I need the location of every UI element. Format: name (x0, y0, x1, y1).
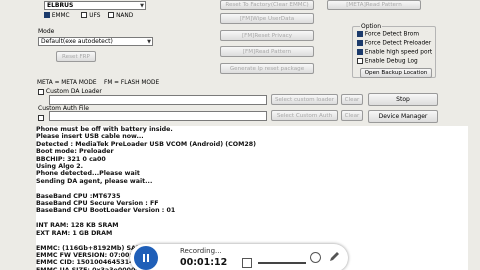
checkbox-emmc-label: EMMC (51, 12, 70, 19)
pause-icon (143, 254, 149, 262)
da-clear-button[interactable]: Clear (341, 94, 363, 105)
recording-progress-track[interactable] (258, 262, 306, 264)
pause-button[interactable] (134, 246, 158, 270)
recording-toolbar: Recording... 00:01:12 (130, 244, 348, 270)
mode-label: Mode (38, 28, 55, 35)
checkbox-ufs[interactable]: UFS (81, 12, 101, 19)
da-loader-label: Custom DA Loader (45, 88, 102, 95)
option-item-force-brom[interactable]: Force Detect Brom (357, 31, 419, 38)
reset-privacy-button[interactable]: [FM]Reset Privacy (220, 30, 314, 41)
log-line: Boot mode: Preloader (36, 148, 114, 156)
storage-dropdown-value: ELBRUS (47, 2, 74, 9)
reset-frp-button[interactable]: Reset FRP (56, 51, 96, 62)
storage-checkbox-row: EMMC UFS NAND (44, 12, 154, 21)
mode-dropdown[interactable]: Default(exe autodetect) ▼ (38, 37, 153, 46)
mode-dropdown-value: Default(exe autodetect) (41, 38, 113, 45)
webcam-icon[interactable] (310, 252, 321, 263)
da-loader-checkbox[interactable] (38, 88, 44, 95)
log-line: Detected : MediaTek PreLoader USB VCOM (… (36, 140, 257, 148)
chevron-down-icon: ▼ (147, 39, 151, 45)
log-line: Sending DA agent, please wait... (36, 177, 153, 185)
auth-file-path-field[interactable] (49, 111, 267, 121)
log-line: BBCHIP: 321 0 ca00 (36, 155, 106, 163)
log-line: EXT RAM: 1 GB DRAM (36, 229, 113, 237)
checkbox-emmc-box[interactable] (44, 12, 50, 18)
checkbox-ufs-box[interactable] (81, 12, 88, 18)
checkbox-nand-label: NAND (116, 12, 134, 19)
auth-clear-button[interactable]: Clear (341, 110, 363, 121)
auth-file-checkbox[interactable] (38, 115, 44, 121)
log-line: Phone must be off with battery inside. (36, 126, 173, 133)
device-manager-button[interactable]: Device Manager (368, 110, 438, 123)
stop-recording-button[interactable] (242, 258, 252, 268)
log-line: INT RAM: 128 KB SRAM (36, 222, 119, 230)
reset-factory-button[interactable]: Reset To Factory(Clear EMMC) (220, 0, 314, 10)
option-checkbox[interactable] (357, 31, 363, 37)
option-label: Force Detect Preloader (364, 40, 432, 47)
option-checkbox[interactable] (357, 49, 363, 55)
stop-button[interactable]: Stop (368, 93, 438, 106)
option-label: Enable Debug Log (364, 58, 418, 65)
option-label: Force Detect Brom (364, 31, 419, 38)
storage-dropdown[interactable]: ELBRUS ▼ (44, 1, 146, 10)
option-item-force-preloader[interactable]: Force Detect Preloader (357, 40, 431, 47)
option-item-debug-log[interactable]: Enable Debug Log (357, 58, 418, 65)
pencil-icon[interactable] (327, 250, 341, 264)
checkbox-nand[interactable]: NAND (108, 12, 134, 19)
da-loader-row: Custom DA Loader (38, 88, 102, 95)
log-line: Phone detected...Please wait (36, 170, 140, 178)
wipe-userdata-button[interactable]: [FM]Wipe UserData (220, 13, 314, 24)
select-custom-auth-button[interactable]: Select Custom Auth (271, 110, 338, 121)
read-pattern-button[interactable]: [FM]Read Pattern (220, 46, 314, 57)
option-label: Enable high speed port (364, 49, 433, 56)
meta-read-pattern-button[interactable]: [META]Read Pattern (327, 0, 421, 10)
recording-time: 00:01:12 (180, 257, 228, 268)
log-line: BaseBand CPU :MT6735 (36, 192, 121, 200)
legend-meta: META = META MODE (37, 80, 97, 86)
checkbox-ufs-label: UFS (89, 12, 101, 19)
option-checkbox[interactable] (357, 40, 363, 46)
checkbox-nand-box[interactable] (108, 12, 115, 18)
log-line: Using Algo 2. (36, 163, 84, 171)
generate-lock-button[interactable]: Generate lp reset package (220, 63, 314, 74)
log-line: BaseBand CPU Secure Version : FF (36, 200, 159, 208)
legend-fm: FM = FLASH MODE (104, 80, 160, 86)
option-item-high-speed[interactable]: Enable high speed port (357, 49, 432, 56)
option-checkbox[interactable] (357, 58, 363, 64)
select-custom-loader-button[interactable]: Select custom loader (271, 94, 338, 105)
log-line: BaseBand CPU BootLoader Version : 01 (36, 207, 176, 215)
checkbox-emmc[interactable]: EMMC (44, 12, 70, 19)
open-backup-button[interactable]: Open Backup Location (360, 68, 432, 78)
log-line: Please insert USB cable now... (36, 133, 144, 141)
chevron-down-icon: ▼ (140, 3, 144, 9)
da-loader-path-field[interactable] (49, 95, 267, 105)
recording-status: Recording... (180, 247, 222, 255)
option-title: Option (360, 23, 383, 30)
auth-file-checkbox-wrap (38, 114, 44, 122)
